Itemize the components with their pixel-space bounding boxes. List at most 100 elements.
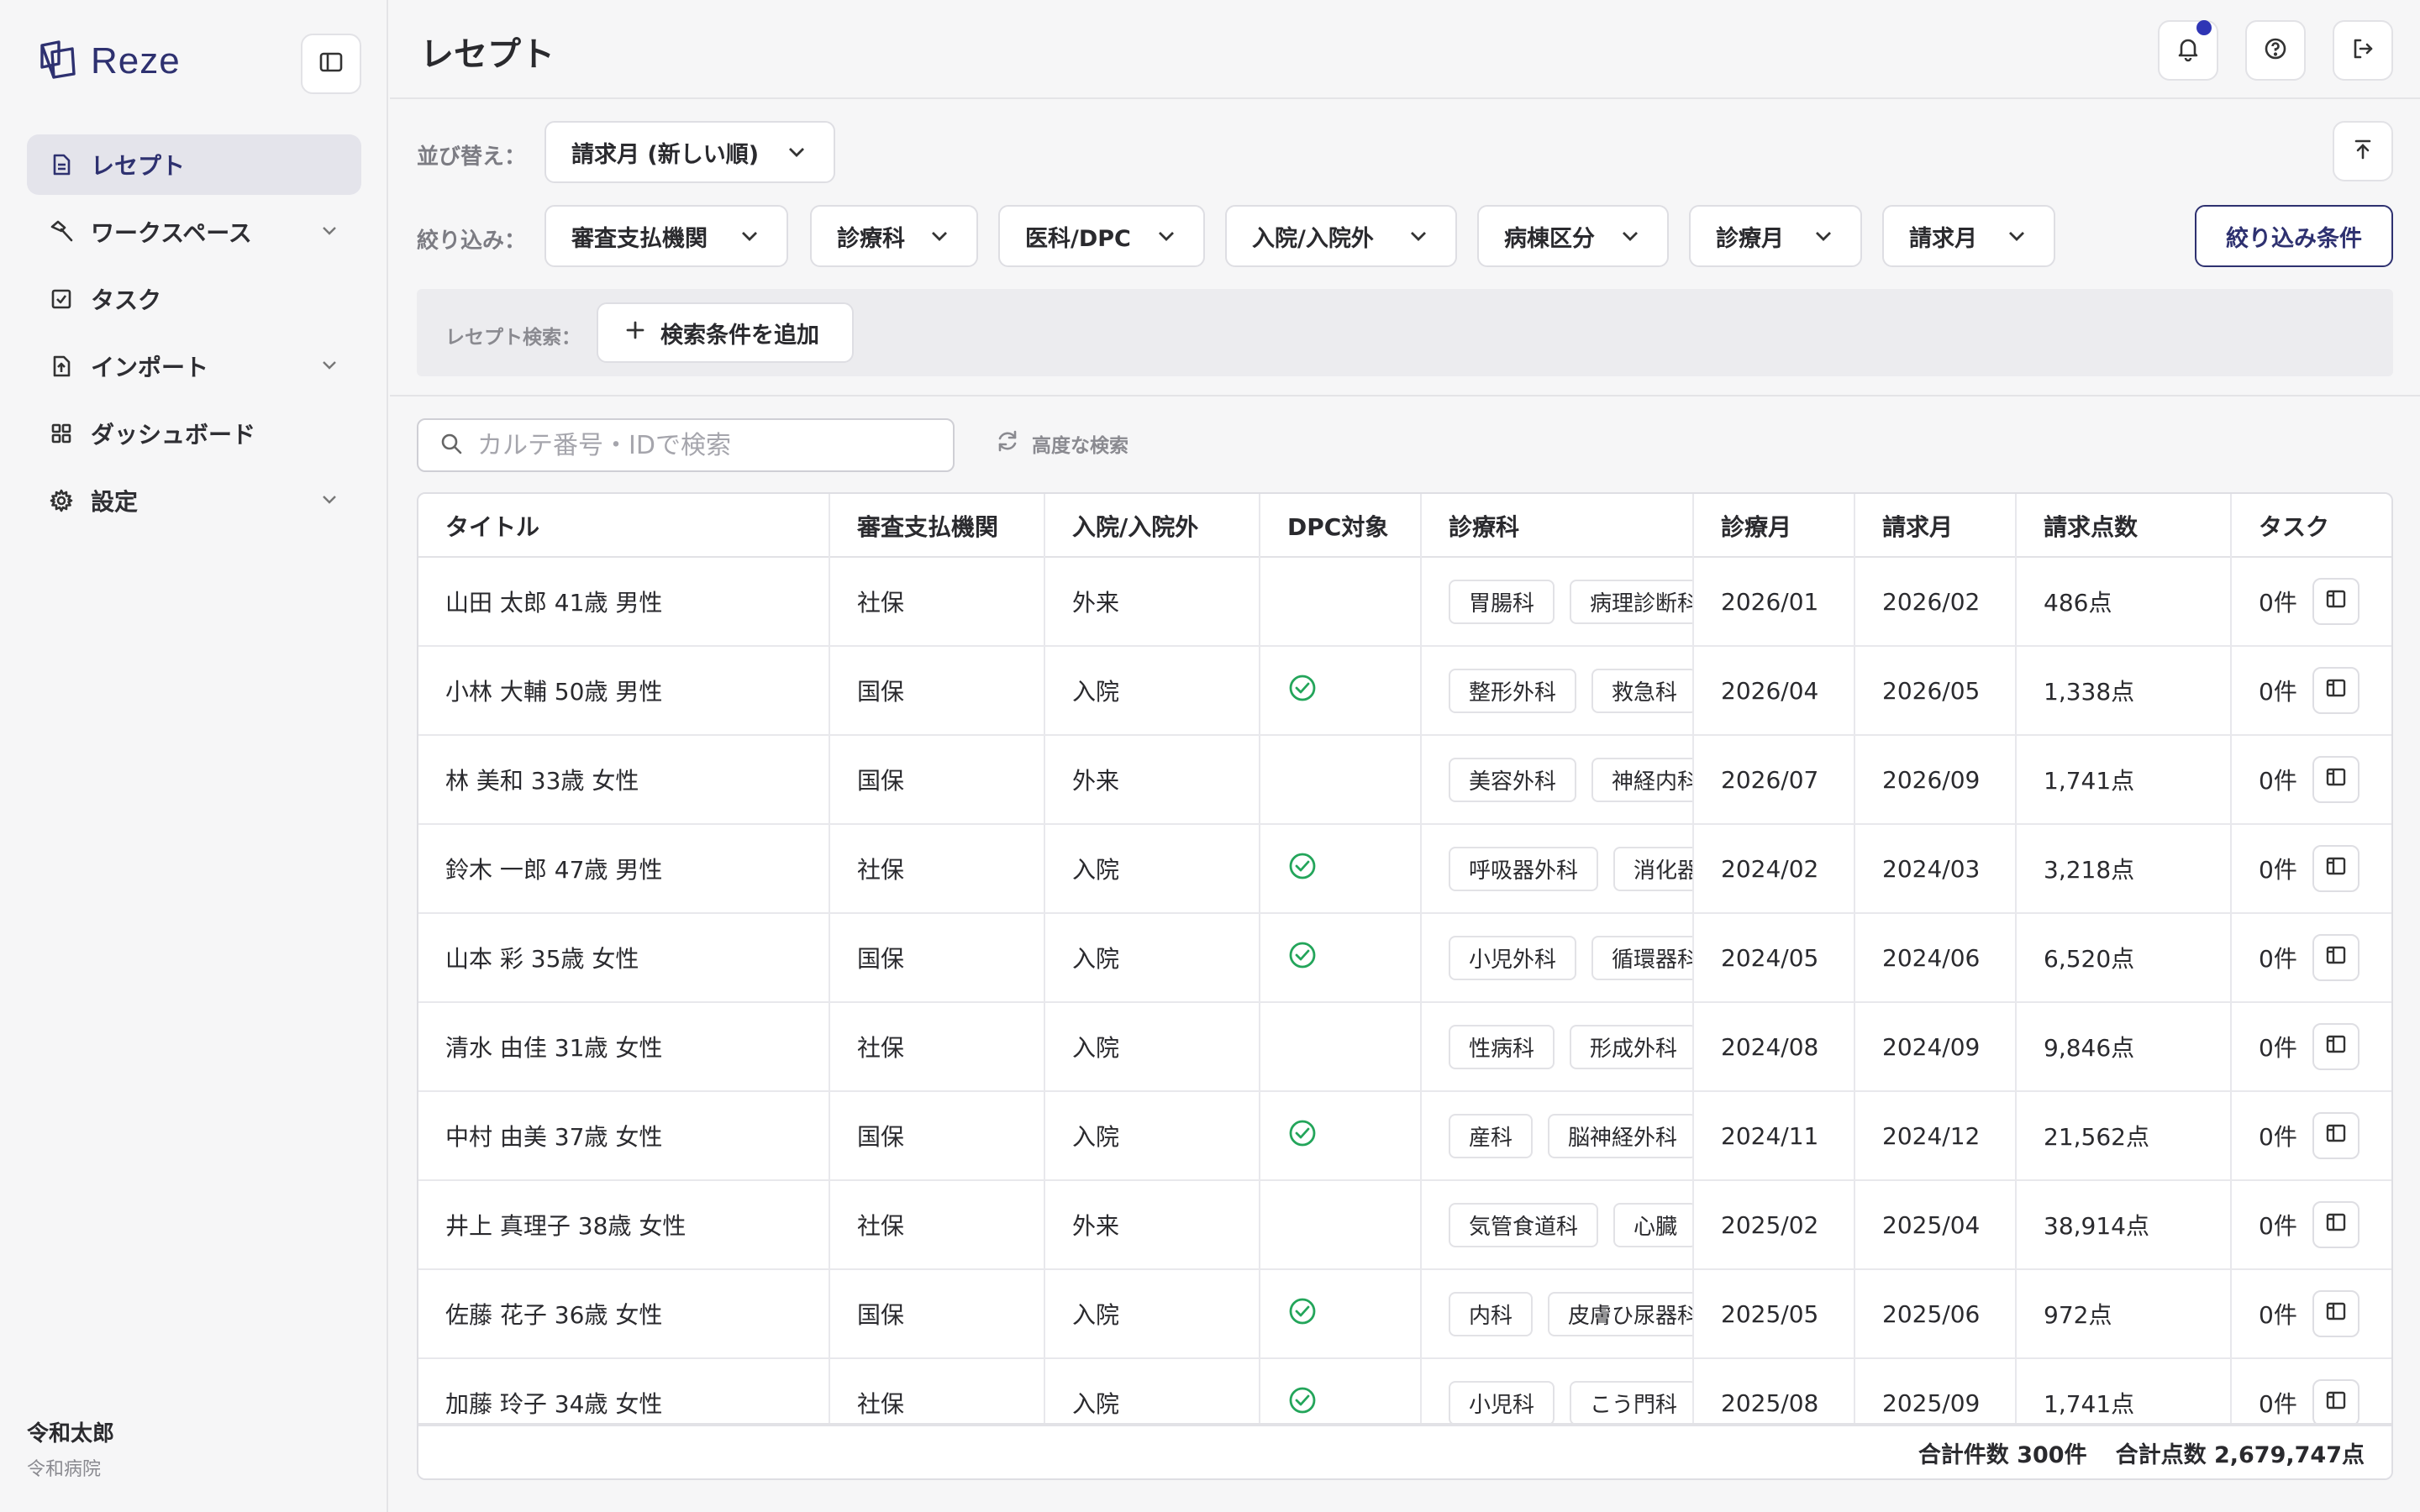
column-header-treatment-month[interactable]: 診療月 (1694, 494, 1855, 558)
cell-inpatient: 入院 (1045, 647, 1260, 734)
scroll-top-button[interactable] (2333, 121, 2393, 181)
column-header-department[interactable]: 診療科 (1422, 494, 1694, 558)
department-tag: 美容外科 (1449, 757, 1577, 802)
cell-title-text[interactable]: 井上 真理子 38歳 女性 (445, 1208, 686, 1242)
department-tag: 心臓 (1613, 1202, 1692, 1247)
table-row[interactable]: 佐藤 花子 36歳 女性 国保 入院 内科 皮膚ひ尿器科 2025/05 2025/06 97… (418, 1270, 2391, 1359)
cell-payer-text: 国保 (857, 1123, 905, 1151)
open-task-panel-button[interactable] (2312, 1112, 2360, 1159)
cell-tasks: 0件 (2232, 1003, 2391, 1090)
sidebar-nav: レセプト ワークスペース タスク インポート ダッシュボード 設定 (27, 134, 361, 538)
sort-value: 請求月 (新しい順) (571, 141, 760, 168)
filter-inpatient-dropdown[interactable]: 入院/入院外 (1225, 205, 1457, 267)
page-title: レセプト (420, 35, 555, 74)
logout-button[interactable] (2333, 20, 2393, 81)
filter-billing-month-dropdown[interactable]: 請求月 (1882, 205, 2055, 267)
cell-treatment-month: 2025/02 (1694, 1181, 1855, 1268)
cell-inpatient-text: 入院 (1072, 1390, 1120, 1418)
cell-title-text[interactable]: 小林 大輔 50歳 男性 (445, 674, 662, 707)
app-logo[interactable]: Reze (37, 39, 181, 84)
cell-payer-text: 社保 (857, 1212, 905, 1240)
open-task-panel-button[interactable] (2312, 845, 2360, 892)
column-header-points[interactable]: 請求点数 (2017, 494, 2232, 558)
user-info[interactable]: 令和太郎 令和病院 (27, 1416, 114, 1481)
chevron-down-icon[interactable] (319, 487, 339, 515)
table-row[interactable]: 清水 由佳 31歳 女性 社保 入院 性病科 形成外科 2024/08 2024/09 9,8… (418, 1003, 2391, 1092)
help-button[interactable] (2245, 20, 2306, 81)
cell-title-text[interactable]: 鈴木 一郎 47歳 男性 (445, 852, 662, 885)
cell-title-text[interactable]: 加藤 玲子 34歳 女性 (445, 1386, 662, 1420)
cell-title-text[interactable]: 山田 太郎 41歳 男性 (445, 585, 662, 618)
search-input[interactable] (477, 430, 931, 460)
cell-title-text[interactable]: 山本 彩 35歳 女性 (445, 941, 639, 974)
check-circle-icon (1287, 940, 1318, 976)
table-row[interactable]: 山田 太郎 41歳 男性 社保 外来 胃腸科 病理診断科 2026/01 2026/02 48… (418, 558, 2391, 647)
notifications-button[interactable] (2158, 20, 2218, 81)
chevron-down-icon[interactable] (319, 218, 339, 246)
open-task-panel-button[interactable] (2312, 1201, 2360, 1248)
column-header-dpc[interactable]: DPC対象 (1260, 494, 1422, 558)
check-circle-icon (1287, 673, 1318, 709)
side-panel-icon (2324, 854, 2348, 884)
check-circle-icon (1287, 1118, 1318, 1154)
sidebar-item-import[interactable]: インポート (27, 336, 361, 396)
sidebar-toggle-button[interactable] (301, 34, 361, 94)
open-task-panel-button[interactable] (2312, 934, 2360, 981)
check-circle-icon (1287, 1385, 1318, 1421)
chevron-down-icon[interactable] (319, 353, 339, 381)
sidebar-item-settings[interactable]: 設定 (27, 470, 361, 531)
column-header-tasks[interactable]: タスク (2232, 494, 2391, 558)
open-task-panel-button[interactable] (2312, 578, 2360, 625)
filter-department-dropdown[interactable]: 診療科 (810, 205, 978, 267)
open-task-panel-button[interactable] (2312, 667, 2360, 714)
cell-dpc (1260, 1003, 1422, 1090)
side-panel-icon (2324, 1121, 2348, 1151)
sidebar-item-receipts[interactable]: レセプト (27, 134, 361, 195)
cell-departments: 内科 皮膚ひ尿器科 (1422, 1270, 1694, 1357)
column-header-payer[interactable]: 審査支払機関 (830, 494, 1045, 558)
sidebar-item-label: レセプト (91, 152, 186, 180)
filter-treatment-month-dropdown[interactable]: 診療月 (1689, 205, 1862, 267)
filter-conditions-button[interactable]: 絞り込み条件 (2195, 205, 2393, 267)
search-field[interactable] (417, 418, 955, 472)
sidebar-item-dashboard[interactable]: ダッシュボード (27, 403, 361, 464)
filter-payer-dropdown[interactable]: 審査支払機関 (544, 205, 788, 267)
cell-title: 中村 由美 37歳 女性 (418, 1092, 830, 1179)
sidebar-item-tasks[interactable]: タスク (27, 269, 361, 329)
sidebar-item-workspace[interactable]: ワークスペース (27, 202, 361, 262)
cell-title-text[interactable]: 林 美和 33歳 女性 (445, 763, 639, 796)
column-header-inpatient[interactable]: 入院/入院外 (1045, 494, 1260, 558)
table-row[interactable]: 小林 大輔 50歳 男性 国保 入院 整形外科 救急科 2026/04 2026/05 1,3… (418, 647, 2391, 736)
task-count: 0件 (2259, 1123, 2297, 1151)
table-row[interactable]: 林 美和 33歳 女性 国保 外来 美容外科 神経内科 2026/07 2026/09 1,7… (418, 736, 2391, 825)
open-task-panel-button[interactable] (2312, 1023, 2360, 1070)
cell-title-text[interactable]: 中村 由美 37歳 女性 (445, 1119, 662, 1152)
sort-dropdown[interactable]: 請求月 (新しい順) (544, 121, 835, 183)
table-row[interactable]: 鈴木 一郎 47歳 男性 社保 入院 呼吸器外科消化器科 2024/02 2024/03 3… (418, 825, 2391, 914)
cell-title-text[interactable]: 清水 由佳 31歳 女性 (445, 1030, 662, 1063)
cell-billing-month: 2024/09 (1855, 1003, 2017, 1090)
dropdown-label: 審査支払機関 (571, 225, 708, 252)
open-task-panel-button[interactable] (2312, 1379, 2360, 1426)
open-task-panel-button[interactable] (2312, 1290, 2360, 1337)
cell-dpc (1260, 1092, 1422, 1179)
advanced-search-button[interactable]: 高度な検索 (995, 428, 1128, 459)
cell-treatment-month-text: 2024/02 (1721, 854, 1819, 883)
cell-title: 鈴木 一郎 47歳 男性 (418, 825, 830, 912)
column-header-title[interactable]: タイトル (418, 494, 830, 558)
department-tag: 循環器科 (1591, 935, 1692, 980)
table-footer: 合計件数 300件 合計点数 2,679,747点 (418, 1423, 2391, 1478)
cell-inpatient-text: 外来 (1072, 1212, 1120, 1240)
table-row[interactable]: 中村 由美 37歳 女性 国保 入院 産科 脳神経外科 2024/11 2024/12 21,… (418, 1092, 2391, 1181)
cell-title: 林 美和 33歳 女性 (418, 736, 830, 823)
add-search-condition-button[interactable]: 検索条件を追加 (597, 302, 854, 363)
cell-title-text[interactable]: 佐藤 花子 36歳 女性 (445, 1297, 662, 1331)
column-header-billing-month[interactable]: 請求月 (1855, 494, 2017, 558)
open-task-panel-button[interactable] (2312, 756, 2360, 803)
department-tag: 小児科 (1449, 1380, 1555, 1425)
table-row[interactable]: 山本 彩 35歳 女性 国保 入院 小児外科 循環器科 2024/05 2024/06 6,5… (418, 914, 2391, 1003)
table-row[interactable]: 井上 真理子 38歳 女性 社保 外来 気管食道科 心臓 2025/02 2025/04 38… (418, 1181, 2391, 1270)
filter-dpc-dropdown[interactable]: 医科/DPC (998, 205, 1205, 267)
filter-ward-dropdown[interactable]: 病棟区分 (1477, 205, 1669, 267)
user-org: 令和病院 (27, 1459, 102, 1480)
